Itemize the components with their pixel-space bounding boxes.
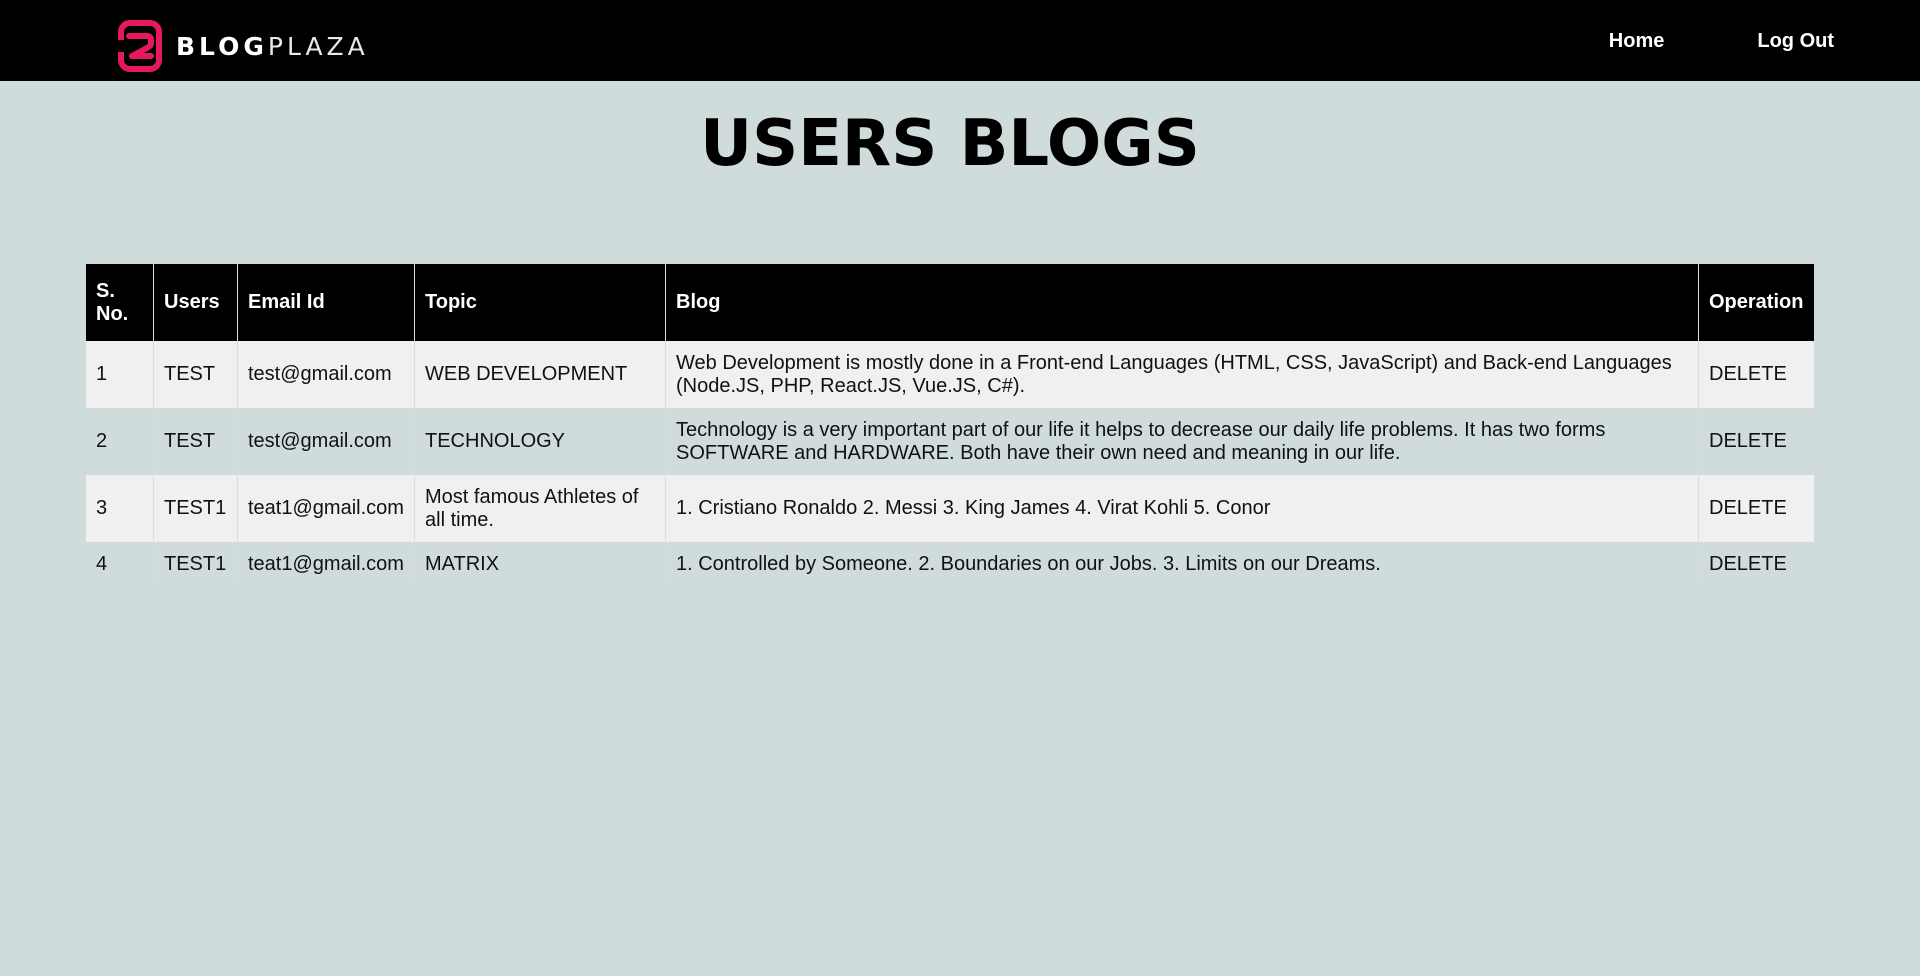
cell-blog: 1. Cristiano Ronaldo 2. Messi 3. King Ja…	[665, 475, 1698, 542]
header-blog: Blog	[665, 264, 1698, 341]
nav-logout-link[interactable]: Log Out	[1757, 31, 1834, 51]
cell-topic: TECHNOLOGY	[414, 408, 665, 475]
nav-home-link[interactable]: Home	[1609, 31, 1665, 51]
cell-email: teat1@gmail.com	[237, 542, 414, 586]
page-title: USERS BLOGS	[700, 107, 1200, 181]
cell-email: teat1@gmail.com	[237, 475, 414, 542]
delete-button[interactable]: DELETE	[1698, 475, 1814, 542]
table-row: 3 TEST1 teat1@gmail.com Most famous Athl…	[86, 475, 1814, 542]
blogplaza-logo-icon	[118, 20, 162, 72]
header-operation: Operation	[1698, 264, 1814, 341]
delete-button[interactable]: DELETE	[1698, 542, 1814, 586]
blogs-table: S. No. Users Email Id Topic Blog Operati…	[86, 264, 1814, 586]
brand-name-light: PLAZA	[267, 31, 369, 61]
delete-button[interactable]: DELETE	[1698, 408, 1814, 475]
cell-blog: Web Development is mostly done in a Fron…	[665, 341, 1698, 408]
nav-links: Home Log Out	[1609, 0, 1920, 81]
cell-user: TEST1	[153, 542, 237, 586]
cell-sno: 3	[86, 475, 153, 542]
cell-topic: MATRIX	[414, 542, 665, 586]
cell-sno: 1	[86, 341, 153, 408]
header-topic: Topic	[414, 264, 665, 341]
brand-name: BLOGPLAZA	[176, 34, 369, 59]
header-email: Email Id	[237, 264, 414, 341]
delete-button[interactable]: DELETE	[1698, 341, 1814, 408]
cell-email: test@gmail.com	[237, 408, 414, 475]
cell-email: test@gmail.com	[237, 341, 414, 408]
cell-sno: 2	[86, 408, 153, 475]
cell-blog: Technology is a very important part of o…	[665, 408, 1698, 475]
table-row: 4 TEST1 teat1@gmail.com MATRIX 1. Contro…	[86, 542, 1814, 586]
cell-topic: WEB DEVELOPMENT	[414, 341, 665, 408]
top-navbar: BLOGPLAZA Home Log Out	[0, 0, 1920, 81]
cell-sno: 4	[86, 542, 153, 586]
header-users: Users	[153, 264, 237, 341]
cell-user: TEST	[153, 341, 237, 408]
brand-logo[interactable]: BLOGPLAZA	[118, 20, 369, 72]
table-row: 2 TEST test@gmail.com TECHNOLOGY Technol…	[86, 408, 1814, 475]
cell-topic: Most famous Athletes of all time.	[414, 475, 665, 542]
cell-blog: 1. Controlled by Someone. 2. Boundaries …	[665, 542, 1698, 586]
cell-user: TEST1	[153, 475, 237, 542]
header-sno: S. No.	[86, 264, 153, 341]
table-header-row: S. No. Users Email Id Topic Blog Operati…	[86, 264, 1814, 341]
blogs-table-container: S. No. Users Email Id Topic Blog Operati…	[86, 264, 1814, 586]
brand-name-bold: BLOG	[176, 31, 268, 61]
table-row: 1 TEST test@gmail.com WEB DEVELOPMENT We…	[86, 341, 1814, 408]
cell-user: TEST	[153, 408, 237, 475]
